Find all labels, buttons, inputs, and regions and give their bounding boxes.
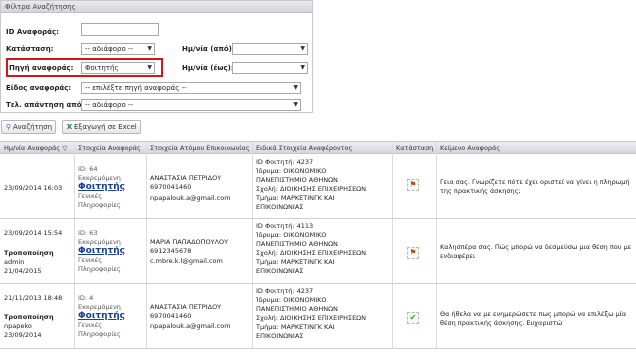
row-edit-user: npapeko xyxy=(4,322,32,330)
row-source-link[interactable]: Φοιτητής xyxy=(78,182,125,192)
row-edit-date: 23/09/2014 xyxy=(4,331,42,339)
row-student-id: ID Φοιτητή: 4237 xyxy=(256,158,314,166)
row-edit-label: Τροποποίηση xyxy=(4,313,54,321)
id-label: ID Αναφοράς: xyxy=(6,28,59,36)
row-source-link[interactable]: Φοιτητής xyxy=(78,246,125,256)
row-institution: Ίδρυμα: ΟΙΚΟΝΟΜΙΚΟ xyxy=(256,296,327,304)
row-student-id: ID Φοιτητή: 4113 xyxy=(256,222,314,230)
header-date[interactable]: Ημ/νία Αναφοράς ▽ xyxy=(4,144,67,152)
row-date: 23/09/2014 16:03 xyxy=(4,184,63,192)
export-excel-button-label: Εξαγωγή σε Excel xyxy=(74,123,137,131)
date-to-label: Ημ/νία (έως): xyxy=(182,64,234,72)
excel-icon: X xyxy=(66,123,73,131)
last-reply-label: Τελ. απάντηση από: xyxy=(6,101,85,109)
row-institution: Ίδρυμα: ΟΙΚΟΝΟΜΙΚΟ xyxy=(256,167,327,175)
last-reply-select[interactable]: -- αδιάφορο -- ▼ xyxy=(81,99,301,111)
chevron-down-icon: ▼ xyxy=(147,45,152,52)
header-status[interactable]: Κατάσταση xyxy=(396,144,433,152)
row-source-link[interactable]: Φοιτητής xyxy=(78,311,125,321)
chevron-down-icon: ▼ xyxy=(147,64,152,71)
row-department-cont: ΕΠΙΚΟΙΝΩΝΙΑΣ xyxy=(256,267,304,275)
date-from-select[interactable]: ▼ xyxy=(232,43,308,55)
row-contact-name: ΑΝΑΣΤΑΣΙΑ ΠΕΤΡΙΔΟΥ xyxy=(150,174,222,182)
row-student-id: ID Φοιτητή: 4237 xyxy=(256,287,314,295)
row-message: Γεια σας. Γνωρίζετε πότε έχει οριστεί να… xyxy=(440,178,630,195)
status-label: Κατάσταση: xyxy=(6,45,54,53)
row-school: Σχολή: ΔΙΟΙΚΗΣΗΣ ΕΠΙΧΕΙΡΗΣΕΩΝ xyxy=(256,314,367,322)
flag-icon[interactable]: ⚑ xyxy=(407,179,419,191)
row-contact-phone: 6912345678 xyxy=(150,247,192,255)
type-select-value: -- επιλέξτε πηγή αναφοράς -- xyxy=(85,84,187,92)
row-message: Καλησπέρα σας. Πώς μπορώ να δεσμεύσω μια… xyxy=(440,243,632,260)
row-department: Τμήμα: ΜΑΡΚΕΤΙΝΓΚ ΚΑΙ xyxy=(256,323,335,331)
check-icon[interactable]: ✔ xyxy=(407,312,419,324)
date-from-label: Ημ/νία (από): xyxy=(182,45,235,53)
source-select[interactable]: Φοιτητής ▼ xyxy=(81,62,155,74)
source-label: Πηγή αναφοράς: xyxy=(9,64,74,72)
row-department-cont: ΕΠΙΚΟΙΝΩΝΙΑΣ xyxy=(256,332,304,340)
row-id: ID: 63 xyxy=(78,229,98,237)
row-contact-email: c.mbre.k.l@gmail.com xyxy=(150,257,223,265)
chevron-down-icon: ▼ xyxy=(300,64,305,71)
type-select[interactable]: -- επιλέξτε πηγή αναφοράς -- ▼ xyxy=(81,82,301,94)
export-excel-button[interactable]: X Εξαγωγή σε Excel xyxy=(62,120,141,134)
row-school: Σχολή: ΔΙΟΙΚΗΣΗΣ ΕΠΙΧΕΙΡΗΣΕΩΝ xyxy=(256,185,367,193)
row-edit-label: Τροποποίηση xyxy=(4,249,54,257)
table-row[interactable]: 23/09/2014 15:54 Τροποποίηση admin 21/04… xyxy=(0,219,636,284)
row-contact-phone: 6970041460 xyxy=(150,183,192,191)
filter-panel-title: Φίλτρα Αναζήτησης xyxy=(1,1,312,13)
row-department: Τμήμα: ΜΑΡΚΕΤΙΝΓΚ ΚΑΙ xyxy=(256,258,335,266)
row-institution: Ίδρυμα: ΟΙΚΟΝΟΜΙΚΟ xyxy=(256,231,327,239)
header-special[interactable]: Ειδικά Στοιχεία Αναφέροντος xyxy=(256,144,352,152)
row-subcategory: Πληροφορίες xyxy=(78,201,121,209)
row-date: 23/09/2014 15:54 xyxy=(4,229,63,237)
type-label: Είδος αναφοράς: xyxy=(6,84,72,92)
row-institution-cont: ΠΑΝΕΠΙΣΤΗΜΙΟ ΑΘΗΝΩΝ xyxy=(256,305,338,313)
row-subcategory: Πληροφορίες xyxy=(78,330,121,338)
table-row[interactable]: 21/11/2013 18:48 Τροποποίηση npapeko 23/… xyxy=(0,284,636,349)
search-icon: ⚲ xyxy=(5,123,12,131)
search-button[interactable]: ⚲ Αναζήτηση xyxy=(1,120,57,134)
status-select[interactable]: -- αδιάφορο -- ▼ xyxy=(81,43,155,55)
row-id: ID: 4 xyxy=(78,294,94,302)
row-school: Σχολή: ΔΙΟΙΚΗΣΗΣ ΕΠΙΧΕΙΡΗΣΕΩΝ xyxy=(256,249,367,257)
row-category: Γενικές xyxy=(78,256,103,264)
row-department-cont: ΕΠΙΚΟΙΝΩΝΙΑΣ xyxy=(256,203,304,211)
row-institution-cont: ΠΑΝΕΠΙΣΤΗΜΙΟ ΑΘΗΝΩΝ xyxy=(256,240,338,248)
chevron-down-icon: ▼ xyxy=(293,101,298,108)
header-report[interactable]: Στοιχεία Αναφοράς xyxy=(78,144,141,152)
date-to-select[interactable]: ▼ xyxy=(232,62,308,74)
row-contact-name: ΜΑΡΙΑ ΠΑΠΑΔΟΠΟΥΛΟΥ xyxy=(150,238,229,246)
row-contact-email: npapalouk.a@gmail.com xyxy=(150,322,231,330)
row-contact-name: ΑΝΑΣΤΑΣΙΑ ΠΕΤΡΙΔΟΥ xyxy=(150,303,222,311)
flag-icon[interactable]: ⚑ xyxy=(407,247,419,259)
row-id: ID: 64 xyxy=(78,165,98,173)
row-message: Θα ήθελα να με ενημερώσετε πως μπορώ να … xyxy=(440,310,627,327)
row-edit-date: 21/04/2015 xyxy=(4,267,42,275)
last-reply-select-value: -- αδιάφορο -- xyxy=(85,101,134,109)
filter-panel: Φίλτρα Αναζήτησης ID Αναφοράς: Κατάσταση… xyxy=(0,0,313,113)
status-select-value: -- αδιάφορο -- xyxy=(85,45,134,53)
row-department: Τμήμα: ΜΑΡΚΕΤΙΝΓΚ ΚΑΙ xyxy=(256,194,335,202)
header-contact[interactable]: Στοιχεία Ατόμου Επικοινωνίας xyxy=(150,144,250,152)
chevron-down-icon: ▼ xyxy=(293,84,298,91)
row-contact-phone: 6970041460 xyxy=(150,312,192,320)
row-subcategory: Πληροφορίες xyxy=(78,265,121,273)
table-header: Ημ/νία Αναφοράς ▽ Στοιχεία Αναφοράς Στοι… xyxy=(0,141,636,154)
chevron-down-icon: ▼ xyxy=(300,45,305,52)
row-contact-email: npapalouk.a@gmail.com xyxy=(150,194,231,202)
source-select-value: Φοιτητής xyxy=(85,64,119,72)
row-institution-cont: ΠΑΝΕΠΙΣΤΗΜΙΟ ΑΘΗΝΩΝ xyxy=(256,176,338,184)
row-category: Γενικές xyxy=(78,192,103,200)
header-text[interactable]: Κείμενο Αναφοράς xyxy=(440,144,500,152)
row-date: 21/11/2013 18:48 xyxy=(4,294,63,302)
row-category: Γενικές xyxy=(78,321,103,329)
id-input[interactable] xyxy=(81,23,159,36)
search-button-label: Αναζήτηση xyxy=(13,123,53,131)
table-row[interactable]: 23/09/2014 16:03 ID: 64 Εκκρεμόμενη Φοιτ… xyxy=(0,155,636,219)
row-edit-user: admin xyxy=(4,258,25,266)
